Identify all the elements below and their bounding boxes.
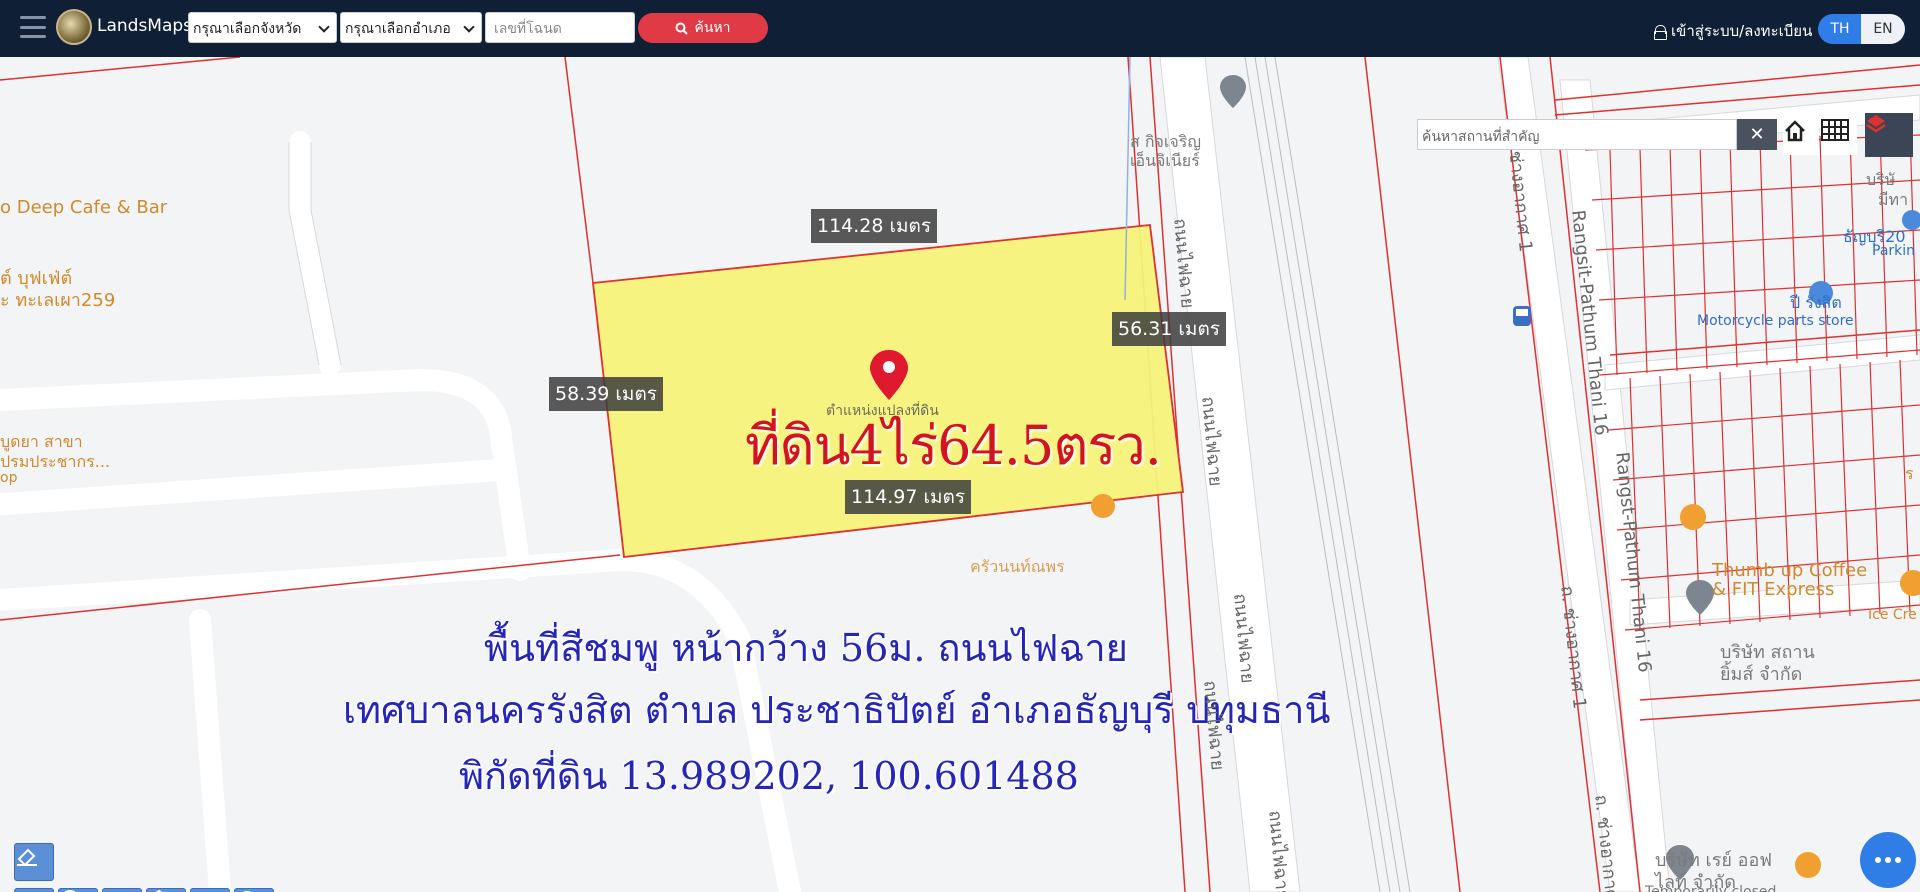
layers-icon — [1866, 115, 1886, 133]
district-select[interactable]: กรุณาเลือกอำเภอ — [340, 12, 482, 43]
ruler-button[interactable] — [14, 888, 54, 892]
place-search-input[interactable]: ค้นหาสถานที่สำคัญ — [1417, 119, 1737, 150]
poi-thumbup-line1[interactable]: Thumb up Coffee — [1712, 560, 1867, 581]
layers-button[interactable] — [1865, 113, 1913, 157]
home-button[interactable] — [1783, 119, 1819, 155]
circle-button[interactable] — [234, 888, 274, 892]
poi-parking[interactable]: Parkin — [1872, 243, 1915, 259]
poi-left-line3[interactable]: op — [0, 470, 17, 486]
land-title: ที่ดิน4ไร่64.5ตรว. — [745, 414, 1162, 477]
logo[interactable] — [56, 9, 92, 45]
chat-icon[interactable] — [1860, 832, 1916, 888]
eraser-button[interactable] — [14, 843, 54, 881]
dimension-top: 114.28 เมตร — [811, 209, 938, 243]
deed-number-input[interactable]: เลขที่โฉนด — [485, 12, 635, 43]
lock-icon — [1654, 24, 1667, 40]
marker-button[interactable] — [58, 888, 98, 892]
app-root: LandsMaps กรุณาเลือกจังหวัด กรุณาเลือกอำ… — [0, 0, 1920, 892]
top-navbar: LandsMaps กรุณาเลือกจังหวัด กรุณาเลือกอำ… — [0, 0, 1920, 57]
polyline-button[interactable] — [102, 888, 142, 892]
province-select[interactable]: กรุณาเลือกจังหวัด — [188, 12, 337, 43]
poi-temporarily-closed: Temporarily closed — [1645, 884, 1777, 892]
poi-thumbup-line2[interactable]: & FIT Express — [1712, 579, 1834, 600]
poi-cafe-bar[interactable]: o Deep Cafe & Bar — [0, 197, 167, 218]
lang-th-button[interactable]: TH — [1818, 14, 1862, 44]
login-label: เข้าสู่ระบบ/ลงทะเบียน — [1671, 22, 1813, 40]
dimension-left: 58.39 เมตร — [549, 377, 663, 411]
dimension-right: 56.31 เมตร — [1112, 312, 1226, 346]
close-icon[interactable]: ✕ — [1737, 119, 1777, 150]
lang-en-button[interactable]: EN — [1861, 14, 1905, 44]
brand-name[interactable]: LandsMaps — [97, 16, 192, 36]
poi-company-top-line2[interactable]: มีทา — [1878, 188, 1908, 213]
poi-restaurant[interactable]: ครัวนนท์ณพร — [970, 555, 1065, 580]
rectangle-button[interactable] — [190, 888, 230, 892]
description-line-3: พิกัดที่ดิน 13.989202, 100.601488 — [459, 754, 1079, 798]
poi-buffet-line2[interactable]: ะ ทะเลเผา259 — [0, 285, 115, 314]
map-canvas[interactable]: 114.28 เมตร 56.31 เมตร 58.39 เมตร 114.97… — [0, 57, 1920, 892]
search-icon — [675, 22, 689, 35]
menu-icon[interactable] — [20, 16, 46, 38]
home-icon — [1785, 120, 1805, 142]
poi-company-mid-line2[interactable]: ยิ้มส์ จำกัด — [1720, 659, 1802, 688]
description-line-1: พื้นที่สีชมพู หน้ากว้าง 56ม. ถนนไฟฉาย — [484, 626, 1128, 670]
poi-right-edge[interactable]: ร — [1905, 462, 1914, 487]
search-button-label: ค้นหา — [694, 20, 731, 36]
poi-kitcharoen-line2[interactable]: เอ็นจิเนียร์ — [1130, 149, 1200, 174]
grid-button[interactable] — [1821, 119, 1857, 155]
eraser-icon — [17, 848, 37, 867]
login-link[interactable]: เข้าสู่ระบบ/ลงทะเบียน — [1654, 19, 1812, 43]
poi-ice-cream[interactable]: Ice Cre — [1868, 607, 1917, 623]
poi-motorcycle-en[interactable]: Motorcycle parts store — [1697, 313, 1854, 329]
grid-icon — [1821, 119, 1849, 141]
description-line-2: เทศบาลนครรังสิต ตำบล ประชาธิปัตย์ อำเภอธ… — [343, 688, 1331, 732]
search-button[interactable]: ค้นหา — [638, 13, 768, 43]
polygon-button[interactable] — [146, 888, 186, 892]
